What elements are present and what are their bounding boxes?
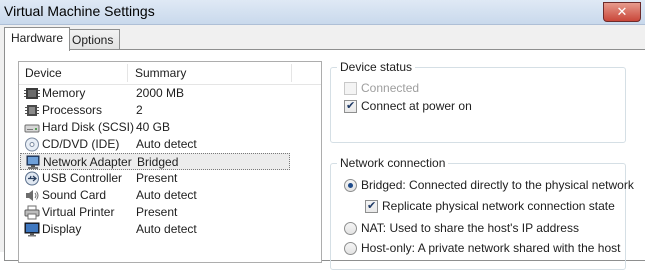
checkbox-label: Connected <box>361 81 420 95</box>
device-row-virtual-printer[interactable]: Virtual Printer Present <box>20 204 290 221</box>
column-separator[interactable] <box>291 64 292 82</box>
usb-icon <box>25 171 39 186</box>
device-summary: 2000 MB <box>136 86 185 100</box>
column-header-summary[interactable]: Summary <box>129 62 186 84</box>
device-status-legend: Device status <box>337 60 416 74</box>
radio-button[interactable] <box>344 222 357 235</box>
window-title: Virtual Machine Settings <box>4 3 155 19</box>
device-summary: Auto detect <box>136 137 197 151</box>
device-name: Display <box>42 222 82 236</box>
checkbox-label: Replicate physical network connection st… <box>382 199 615 213</box>
device-row-sound-card[interactable]: Sound Card Auto detect <box>20 187 290 204</box>
device-status-group: Device status Connected Connect at power… <box>330 60 626 143</box>
device-row-network-adapter[interactable]: Network Adapter Bridged <box>20 153 290 170</box>
device-name: Network Adapter <box>43 155 132 169</box>
device-row-display[interactable]: Display Auto detect <box>20 221 290 238</box>
tab-hardware[interactable]: Hardware <box>4 27 71 51</box>
device-summary: Present <box>136 205 178 219</box>
radio-button[interactable] <box>344 242 357 255</box>
radio-label: NAT: Used to share the host's IP address <box>361 221 579 235</box>
device-summary: Auto detect <box>136 222 197 236</box>
display-icon <box>24 222 40 237</box>
cd-dvd-icon <box>25 137 39 152</box>
device-row-processors[interactable]: Processors 2 <box>20 102 290 119</box>
device-row-hard-disk[interactable]: Hard Disk (SCSI) 40 GB <box>20 119 290 136</box>
network-adapter-icon <box>26 155 40 169</box>
processor-icon <box>25 105 39 116</box>
title-bar: Virtual Machine Settings ✕ <box>0 0 645 25</box>
radio-label: Host-only: A private network shared with… <box>361 241 621 255</box>
checkbox-box[interactable] <box>365 199 378 213</box>
network-connection-legend: Network connection <box>337 156 449 170</box>
device-name: Hard Disk (SCSI) <box>42 120 135 134</box>
printer-icon <box>24 205 40 220</box>
radio-label: Bridged: Connected directly to the physi… <box>361 178 634 192</box>
dialog-client: Hardware Options Device Summary Memory 2… <box>0 25 645 270</box>
sound-card-icon <box>26 190 39 201</box>
device-summary: 2 <box>136 103 143 117</box>
device-summary: Present <box>136 171 178 185</box>
tab-options[interactable]: Options <box>65 29 121 50</box>
device-name: Processors <box>42 103 103 117</box>
device-summary: 40 GB <box>136 120 171 134</box>
device-name: Sound Card <box>42 188 107 202</box>
checkbox-box[interactable] <box>344 99 357 113</box>
column-header-device[interactable]: Device <box>19 62 62 84</box>
hardware-tab-page: Device Summary Memory 2000 MB Processors… <box>4 49 645 270</box>
checkbox-label: Connect at power on <box>361 99 472 113</box>
device-list-header: Device Summary <box>19 62 321 85</box>
device-row-memory[interactable]: Memory 2000 MB <box>20 85 290 102</box>
device-name: USB Controller <box>42 171 123 185</box>
device-row-usb-controller[interactable]: USB Controller Present <box>20 170 290 187</box>
device-summary: Auto detect <box>136 188 197 202</box>
close-icon: ✕ <box>616 4 628 19</box>
device-summary: Bridged <box>137 155 179 169</box>
close-button[interactable]: ✕ <box>603 2 641 22</box>
device-name: CD/DVD (IDE) <box>42 137 120 151</box>
checkbox-box[interactable] <box>344 82 357 95</box>
hard-disk-icon <box>24 124 40 133</box>
device-row-cd-dvd[interactable]: CD/DVD (IDE) Auto detect <box>20 136 290 153</box>
device-list[interactable]: Device Summary Memory 2000 MB Processors… <box>18 61 322 263</box>
memory-icon <box>24 88 40 99</box>
device-name: Memory <box>42 86 86 100</box>
radio-button[interactable] <box>344 179 357 192</box>
device-name: Virtual Printer <box>42 205 115 219</box>
network-connection-group: Network connection Bridged: Connected di… <box>330 156 634 270</box>
column-separator[interactable] <box>127 64 128 82</box>
